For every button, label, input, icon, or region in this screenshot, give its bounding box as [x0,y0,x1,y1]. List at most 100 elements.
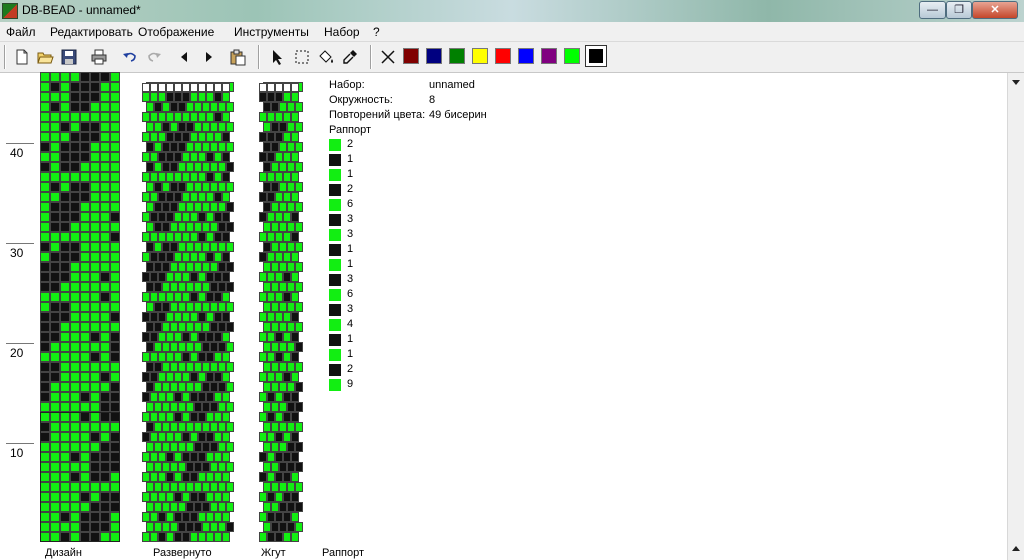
bead[interactable] [60,222,70,232]
bead[interactable] [206,292,214,302]
bead[interactable] [110,332,120,342]
bead[interactable] [263,302,271,312]
bead[interactable] [295,142,303,152]
bead[interactable] [174,312,182,322]
bead[interactable] [198,492,206,502]
bead[interactable] [174,332,182,342]
bead[interactable] [190,132,198,142]
bead[interactable] [267,512,275,522]
bead[interactable] [110,252,120,262]
bead[interactable] [100,222,110,232]
bead[interactable] [279,302,287,312]
bead[interactable] [154,202,162,212]
bead[interactable] [70,362,80,372]
bead[interactable] [100,462,110,472]
bead[interactable] [214,392,222,402]
bead[interactable] [226,102,234,112]
bead[interactable] [40,302,50,312]
bead[interactable] [214,272,222,282]
bead[interactable] [40,342,50,352]
bead[interactable] [178,182,186,192]
bead[interactable] [158,132,166,142]
bead[interactable] [60,422,70,432]
bead[interactable] [214,152,222,162]
bead[interactable] [174,232,182,242]
bead[interactable] [206,83,214,92]
bead[interactable] [214,292,222,302]
bead[interactable] [271,462,279,472]
bead[interactable] [158,532,166,542]
bead[interactable] [100,172,110,182]
bead[interactable] [170,522,178,532]
bead[interactable] [287,102,295,112]
bead[interactable] [80,352,90,362]
bead[interactable] [90,272,100,282]
bead[interactable] [226,442,234,452]
bead[interactable] [90,402,100,412]
bead[interactable] [50,512,60,522]
bead[interactable] [110,82,120,92]
bead[interactable] [206,472,214,482]
bead[interactable] [40,292,50,302]
bead[interactable] [190,452,198,462]
bead[interactable] [271,202,279,212]
bead[interactable] [291,432,299,442]
bead[interactable] [271,362,279,372]
bead[interactable] [194,302,202,312]
bead[interactable] [154,222,162,232]
bead[interactable] [283,332,291,342]
bead[interactable] [40,352,50,362]
bead[interactable] [186,502,194,512]
bead[interactable] [291,172,299,182]
bead[interactable] [267,212,275,222]
bead[interactable] [226,122,234,132]
bead[interactable] [186,122,194,132]
bead[interactable] [60,142,70,152]
eyedropper-icon[interactable] [341,48,359,66]
bead[interactable] [110,442,120,452]
bead[interactable] [110,202,120,212]
bead[interactable] [166,83,174,92]
bead[interactable] [100,162,110,172]
bead[interactable] [158,312,166,322]
bead[interactable] [110,92,120,102]
bead[interactable] [162,162,170,172]
bead[interactable] [70,102,80,112]
bead[interactable] [40,372,50,382]
bead[interactable] [50,332,60,342]
bead[interactable] [202,102,210,112]
bead[interactable] [279,142,287,152]
bead[interactable] [271,482,279,492]
bead[interactable] [158,452,166,462]
bead[interactable] [154,422,162,432]
bead[interactable] [150,352,158,362]
bead[interactable] [162,202,170,212]
bead[interactable] [182,432,190,442]
bead[interactable] [90,512,100,522]
bead[interactable] [162,102,170,112]
bead[interactable] [80,452,90,462]
bead[interactable] [190,372,198,382]
bead[interactable] [50,322,60,332]
bead[interactable] [263,182,271,192]
bead[interactable] [170,482,178,492]
bead[interactable] [142,472,150,482]
bead[interactable] [190,432,198,442]
bead[interactable] [90,532,100,542]
bead[interactable] [154,482,162,492]
bead[interactable] [291,332,299,342]
bead[interactable] [218,162,226,172]
bead[interactable] [70,402,80,412]
bead[interactable] [154,522,162,532]
bead[interactable] [40,142,50,152]
bead[interactable] [214,432,222,442]
bead[interactable] [154,282,162,292]
bead[interactable] [218,182,226,192]
bead[interactable] [295,222,303,232]
bead[interactable] [214,232,222,242]
bead[interactable] [174,372,182,382]
bead[interactable] [110,142,120,152]
bead[interactable] [279,102,287,112]
bead[interactable] [271,162,279,172]
bead[interactable] [279,522,287,532]
